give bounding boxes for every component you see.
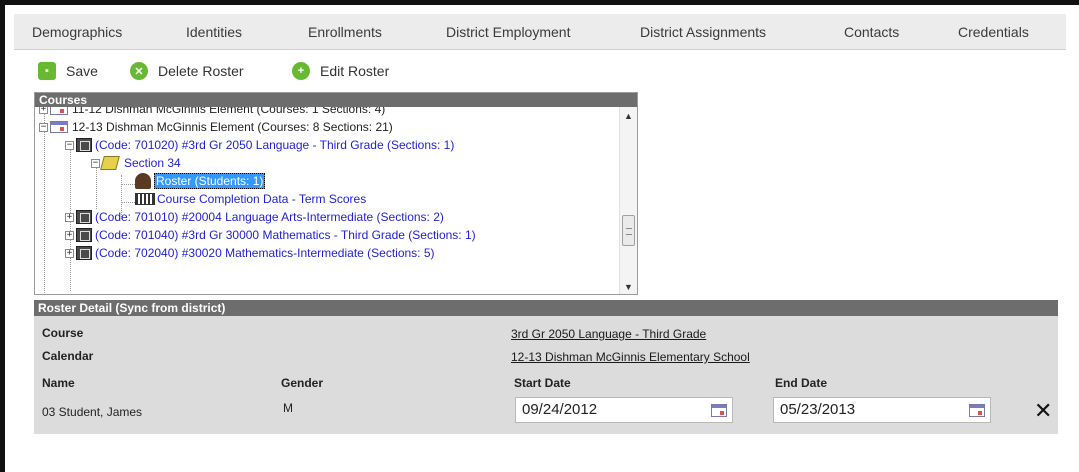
tab-identities[interactable]: Identities	[186, 24, 242, 40]
edit-icon: +	[292, 62, 310, 80]
course-book-icon	[76, 228, 92, 242]
tree-row-label: (Code: 701010) #20004 Language Arts-Inte…	[95, 210, 444, 224]
calendar-icon	[50, 107, 68, 115]
tree-row-course-701020[interactable]: − (Code: 701020) #3rd Gr 2050 Language -…	[65, 136, 454, 154]
student-gender: M	[283, 401, 293, 415]
name-column-header: Name	[42, 376, 75, 390]
tree-row-calendar-12-13[interactable]: − 12-13 Dishman McGinnis Element (Course…	[39, 118, 393, 136]
expand-toggle[interactable]: +	[65, 230, 74, 240]
tree-row-label: (Code: 702040) #30020 Mathematics-Interm…	[95, 246, 435, 260]
courses-panel-header: Courses	[35, 93, 637, 107]
calendar-link[interactable]: 12-13 Dishman McGinnis Elementary School	[511, 350, 750, 364]
section-icon	[100, 156, 120, 170]
courses-tree-panel: Courses + 11-12 Dishman McGinnis Element…	[34, 92, 638, 295]
course-link[interactable]: 3rd Gr 2050 Language - Third Grade	[511, 327, 706, 341]
expand-toggle[interactable]: +	[65, 212, 74, 222]
tab-district-employment[interactable]: District Employment	[446, 24, 570, 40]
tree-row-course-701040[interactable]: + (Code: 701040) #3rd Gr 30000 Mathemati…	[65, 226, 476, 244]
tree-row-roster[interactable]: Roster (Students: 1)	[135, 172, 266, 190]
delete-icon: ✕	[130, 62, 148, 80]
tree-row-label: (Code: 701040) #3rd Gr 30000 Mathematics…	[95, 228, 476, 242]
start-date-calendar-icon[interactable]	[711, 404, 727, 417]
tab-contacts[interactable]: Contacts	[844, 24, 899, 40]
start-date-column-header: Start Date	[514, 376, 571, 390]
collapse-toggle[interactable]: −	[65, 140, 74, 150]
tab-district-assignments[interactable]: District Assignments	[640, 24, 766, 40]
save-label: Save	[66, 63, 98, 79]
tree-row-completion-data[interactable]: Course Completion Data - Term Scores	[135, 190, 366, 208]
scroll-down-arrow-icon[interactable]: ▼	[624, 282, 633, 292]
calendar-label: Calendar	[42, 349, 94, 363]
tab-bar: Demographics Identities Enrollments Dist…	[14, 14, 1066, 50]
tree-row-calendar-11-12[interactable]: + 11-12 Dishman McGinnis Element (Course…	[39, 107, 385, 118]
remove-enrollment-close-icon[interactable]: ✕	[1034, 400, 1052, 422]
save-icon: ▪	[38, 62, 56, 80]
end-date-input[interactable]: 05/23/2013	[773, 397, 991, 423]
tree-row-label: 11-12 Dishman McGinnis Element (Courses:…	[72, 107, 386, 116]
course-book-icon	[76, 138, 92, 152]
roster-detail-header: Roster Detail (Sync from district)	[34, 300, 1058, 316]
edit-roster-label: Edit Roster	[320, 63, 390, 79]
course-book-icon	[76, 210, 92, 224]
edit-roster-button[interactable]: + Edit Roster	[292, 60, 389, 82]
roster-detail-panel: Roster Detail (Sync from district) Cours…	[34, 300, 1058, 434]
collapse-toggle[interactable]: −	[91, 158, 100, 168]
tree-row-course-701010[interactable]: + (Code: 701010) #20004 Language Arts-In…	[65, 208, 444, 226]
tree-scrollbar[interactable]: ▲ ▼	[619, 107, 637, 294]
courses-tree: + 11-12 Dishman McGinnis Element (Course…	[35, 107, 619, 294]
tree-row-label: 12-13 Dishman McGinnis Element (Courses:…	[72, 120, 393, 134]
start-date-input[interactable]: 09/24/2012	[515, 397, 733, 423]
student-name: 03 Student, James	[42, 405, 143, 419]
scrollbar-thumb[interactable]	[622, 215, 635, 246]
delete-roster-button[interactable]: ✕ Delete Roster	[130, 60, 244, 82]
save-button[interactable]: ▪ Save	[38, 60, 98, 82]
tree-row-course-702040[interactable]: + (Code: 702040) #30020 Mathematics-Inte…	[65, 244, 435, 262]
tab-enrollments[interactable]: Enrollments	[308, 24, 382, 40]
course-book-icon	[76, 246, 92, 260]
scroll-up-arrow-icon[interactable]: ▲	[624, 111, 633, 121]
delete-roster-label: Delete Roster	[158, 63, 244, 79]
calendar-icon	[50, 121, 68, 133]
tree-row-label: Roster (Students: 1)	[154, 173, 266, 189]
tree-row-label: Course Completion Data - Term Scores	[157, 192, 367, 206]
end-date-calendar-icon[interactable]	[969, 404, 985, 417]
expand-toggle[interactable]: +	[65, 248, 74, 258]
tree-row-section-34[interactable]: − Section 34	[91, 154, 181, 172]
collapse-toggle[interactable]: −	[39, 122, 48, 132]
tab-credentials[interactable]: Credentials	[958, 24, 1029, 40]
roster-student-icon	[135, 173, 151, 189]
end-date-column-header: End Date	[775, 376, 828, 390]
tab-demographics[interactable]: Demographics	[32, 24, 122, 40]
tree-row-label: (Code: 701020) #3rd Gr 2050 Language - T…	[95, 138, 455, 152]
tree-row-label: Section 34	[124, 156, 181, 170]
gender-column-header: Gender	[281, 376, 324, 390]
grade-grid-icon	[135, 193, 155, 205]
expand-toggle[interactable]: +	[39, 107, 48, 114]
course-label: Course	[42, 326, 84, 340]
